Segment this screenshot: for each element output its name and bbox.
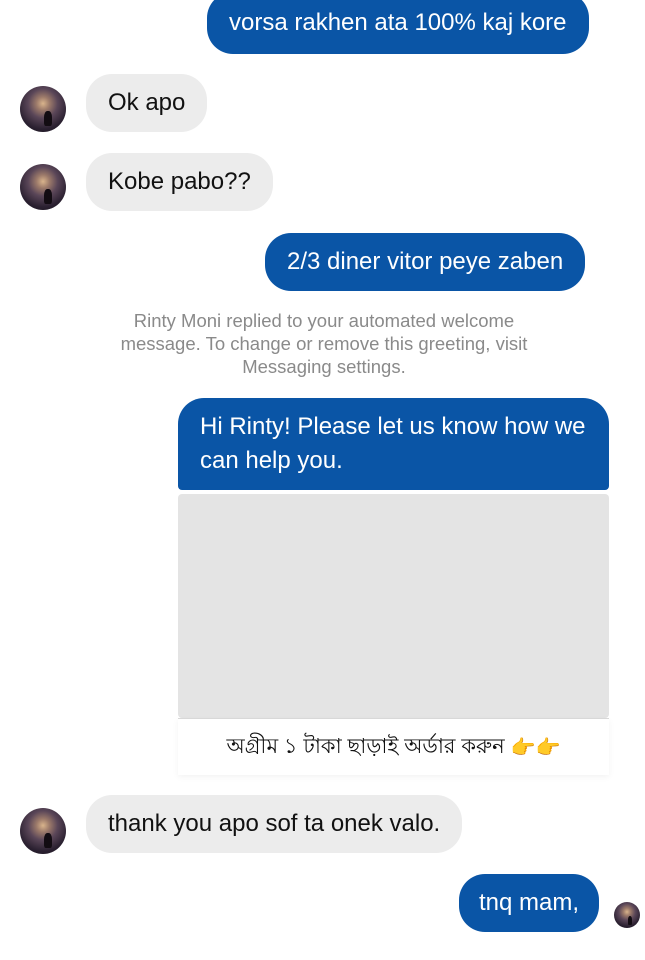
message-text: Kobe pabo?? [108,168,251,195]
welcome-message-card[interactable]: Hi Rinty! Please let us know how we can … [178,398,609,775]
incoming-message[interactable]: Ok apo [86,74,208,132]
contact-avatar[interactable] [20,164,66,210]
card-image-placeholder[interactable] [178,494,609,718]
card-footer[interactable]: অগ্রীম ১ টাকা ছাড়াই অর্ডার করুন 👉👉 [178,718,609,775]
contact-avatar[interactable] [20,86,66,132]
message-text: thank you apo sof ta onek valo. [108,810,441,837]
incoming-message[interactable]: thank you apo sof ta onek valo. [86,795,463,853]
incoming-message[interactable]: Kobe pabo?? [86,153,273,211]
message-text: Ok apo [108,89,186,116]
message-text: 2/3 diner vitor peye zaben [287,248,564,275]
automated-reply-notice: Rinty Moni replied to your automated wel… [120,310,528,377]
read-receipt-avatar [614,902,640,928]
message-text: vorsa rakhen ata 100% kaj kore [229,9,567,36]
message-text: tnq mam, [479,889,580,916]
outgoing-message[interactable]: vorsa rakhen ata 100% kaj kore [207,0,589,54]
card-message-text: Hi Rinty! Please let us know how we can … [178,398,609,490]
contact-avatar[interactable] [20,808,66,854]
outgoing-message[interactable]: tnq mam, [459,874,600,932]
pointing-hand-icon: 👉👉 [510,736,561,759]
outgoing-message[interactable]: 2/3 diner vitor peye zaben [265,233,586,291]
card-footer-text: অগ্রীম ১ টাকা ছাড়াই অর্ডার করুন [226,734,505,758]
